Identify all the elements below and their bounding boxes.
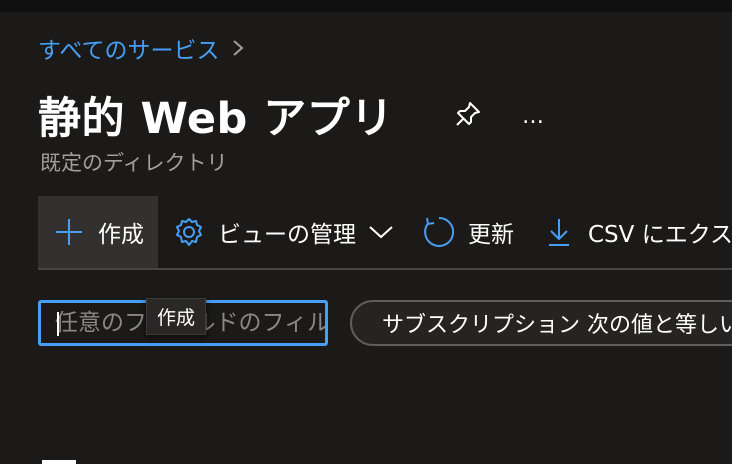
title-row: 静的 Web アプリ	[38, 82, 394, 148]
create-button-label: 作成	[98, 222, 144, 248]
list-header-checkbox[interactable]	[42, 460, 76, 464]
gear-icon	[172, 215, 206, 249]
export-csv-label: CSV にエクスポート	[588, 222, 732, 248]
refresh-label: 更新	[468, 222, 514, 248]
static-web-apps-page: すべてのサービス 静的 Web アプリ … 既定のディレクトリ 作成 ビューの管…	[0, 0, 732, 464]
refresh-icon	[422, 215, 456, 249]
portal-top-bar	[0, 0, 732, 12]
page-subtitle: 既定のディレクトリ	[40, 151, 228, 175]
ellipsis-icon: …	[522, 103, 546, 129]
text-caret	[57, 312, 59, 336]
subscription-filter-pill[interactable]: サブスクリプション 次の値と等しい: すべて	[350, 300, 732, 346]
page-title: 静的 Web アプリ	[38, 94, 394, 144]
pin-icon	[454, 100, 482, 132]
plus-icon	[52, 215, 86, 249]
breadcrumb: すべてのサービス	[38, 30, 247, 66]
more-options-button[interactable]: …	[514, 96, 554, 136]
pin-button[interactable]	[450, 96, 486, 136]
download-arrow-icon	[542, 215, 576, 249]
create-tooltip: 作成	[146, 298, 207, 335]
create-button[interactable]: 作成	[38, 196, 158, 268]
manage-view-button[interactable]: ビューの管理	[158, 196, 408, 268]
refresh-button[interactable]: 更新	[408, 196, 528, 268]
breadcrumb-all-services-link[interactable]: すべてのサービス	[38, 31, 219, 65]
chevron-right-icon	[231, 37, 247, 59]
export-csv-button[interactable]: CSV にエクスポート	[528, 196, 732, 268]
chevron-down-icon	[368, 223, 394, 241]
command-bar: 作成 ビューの管理 更新 CSV にエクス	[38, 196, 732, 270]
manage-view-label: ビューの管理	[218, 222, 356, 248]
